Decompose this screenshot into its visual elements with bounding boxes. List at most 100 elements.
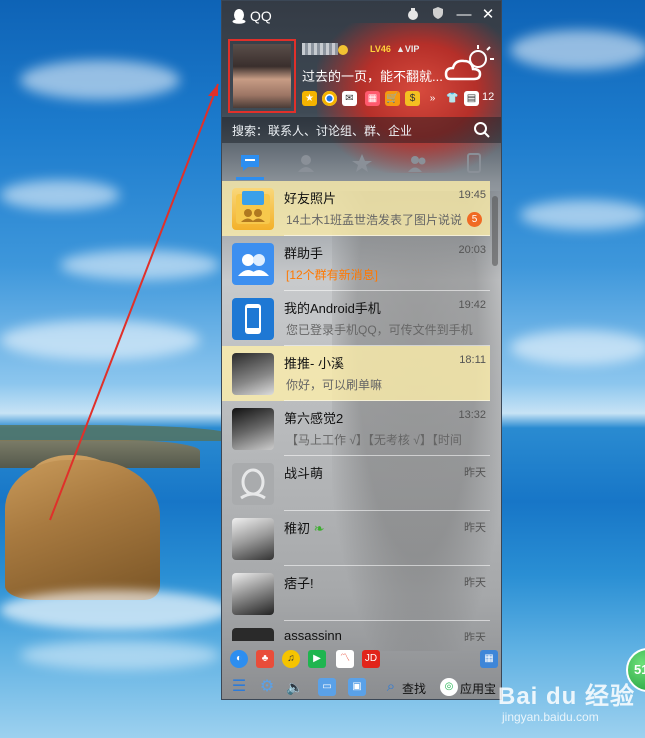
minimize-button[interactable]: — [455, 6, 473, 24]
default-avatar-icon [232, 463, 274, 505]
qq-music-icon[interactable]: ♫ [282, 650, 300, 668]
phone-icon [467, 153, 481, 173]
penguin-avatar [232, 628, 274, 641]
leaf-emoji-icon: ❧ [313, 521, 325, 536]
list-item[interactable]: 我的Android手机 19:42 您已登录手机QQ，可传文件到手机 [222, 291, 490, 346]
group-helper-icon [232, 243, 274, 285]
browser-icon[interactable]: ◐ [230, 650, 248, 668]
video-icon[interactable]: ▶ [308, 650, 326, 668]
online-status-icon[interactable] [338, 45, 348, 55]
wallet-icon[interactable]: $ [405, 91, 420, 106]
main-menu-icon[interactable]: ☰ [230, 678, 248, 696]
tab-groups[interactable] [390, 145, 446, 181]
photo-folder-icon [232, 188, 274, 230]
star-icon [352, 154, 372, 172]
search-bar[interactable]: 搜索：联系人、讨论组、群、企业 [222, 117, 501, 143]
list-item[interactable]: 痞子! 昨天 [222, 566, 490, 621]
conversation-list: 好友照片 19:45 14土木1班孟世浩发表了图片说说 5 群助手 20:03 … [222, 181, 501, 641]
unread-badge: 5 [467, 212, 482, 227]
list-item[interactable]: 稚初 ❧ 昨天 [222, 511, 490, 566]
qzone-icon[interactable] [322, 91, 337, 106]
search-icon[interactable]: ⌕ [382, 678, 400, 696]
conversation-title: 群助手 [284, 246, 324, 261]
avatar [232, 573, 274, 615]
list-item[interactable]: 战斗萌 昨天 [222, 456, 490, 511]
level-badge[interactable]: LV46 [370, 44, 391, 54]
more-chevron-icon[interactable]: » [425, 91, 440, 106]
avatar[interactable] [233, 44, 291, 108]
search-icon[interactable] [473, 121, 491, 139]
skin-icon[interactable] [404, 6, 422, 24]
settings-gear-icon[interactable]: ⚙ [258, 678, 276, 696]
signature-text[interactable]: 过去的一页，能不翻就... [302, 66, 443, 85]
avatar [232, 353, 274, 395]
conversation-preview: 14土木1班孟世浩发表了图片说说 [286, 213, 463, 227]
list-scrollbar[interactable] [492, 196, 498, 266]
app-grid-icon[interactable]: ▦ [480, 650, 498, 668]
conversation-time: 昨天 [464, 632, 486, 641]
profile-avatar-highlight[interactable] [228, 39, 296, 113]
file-folder-icon[interactable]: ▭ [318, 678, 336, 696]
conversation-title: 第六感觉2 [284, 411, 344, 426]
qq-game-icon[interactable]: ♣ [256, 650, 274, 668]
conversation-time: 20:03 [458, 244, 486, 256]
conversation-preview: 【马上工作 √】【无考核 √】【时间 [286, 433, 462, 447]
chat-icon [241, 155, 259, 171]
group-icon [408, 156, 426, 172]
app-title: QQ [250, 8, 272, 24]
phone-icon [232, 298, 274, 340]
app-store-icon[interactable]: ◎ [440, 678, 458, 696]
avatar [232, 408, 274, 450]
app-store-button[interactable]: 应用宝 [460, 680, 496, 697]
security-icon[interactable] [429, 6, 447, 24]
find-button[interactable]: 查找 [402, 680, 426, 697]
conversation-time: 昨天 [464, 522, 486, 534]
tab-messages[interactable] [222, 145, 278, 181]
conversation-time: 19:45 [458, 189, 486, 201]
star-icon[interactable]: ★ [302, 91, 317, 106]
qq-main-panel: QQ — ✕ LV46 ▲VIP 过去的一页，能不翻就... ★ ✉ ▦ 🛒 $… [221, 0, 502, 700]
list-item[interactable]: 推推- 小溪 18:11 你好，可以刷单嘛 [222, 346, 490, 401]
title-bar[interactable]: QQ — ✕ [222, 1, 501, 31]
conversation-time: 昨天 [464, 577, 486, 589]
stock-icon[interactable]: 〽 [336, 650, 354, 668]
conversation-title: 痞子! [284, 576, 314, 591]
photo-album-icon[interactable]: ▣ [348, 678, 366, 696]
close-button[interactable]: ✕ [479, 6, 497, 24]
qq-penguin-icon [232, 9, 246, 24]
conversation-title: assassinn [284, 628, 342, 641]
conversation-time: 13:32 [458, 409, 486, 421]
list-item[interactable]: 群助手 20:03 [12个群有新消息] [222, 236, 490, 291]
tab-contacts[interactable] [278, 145, 334, 181]
list-item[interactable]: 好友照片 19:45 14土木1班孟世浩发表了图片说说 5 [222, 181, 490, 236]
contact-icon [298, 155, 314, 172]
main-tabs [222, 145, 501, 181]
nickname-blurred [302, 43, 338, 55]
conversation-title: 推推- 小溪 [284, 356, 344, 371]
tab-qzone[interactable] [334, 145, 390, 181]
conversation-preview: 您已登录手机QQ，可传文件到手机 [286, 323, 473, 337]
search-input[interactable]: 搜索：联系人、讨论组、群、企业 [232, 122, 412, 139]
conversation-preview: 你好，可以刷单嘛 [286, 378, 383, 392]
baidu-logo: Bai du 经验 [498, 683, 636, 710]
app-shortcut-bar: ◐ ♣ ♫ ▶ 〽 JD ▦ [222, 646, 501, 672]
app-manager-icon[interactable]: ▤ [464, 91, 479, 106]
conversation-time: 昨天 [464, 467, 486, 479]
avatar [232, 518, 274, 560]
list-item[interactable]: assassinn 昨天 [222, 621, 490, 641]
mail-icon[interactable]: ✉ [342, 91, 357, 106]
app-count: 12 [482, 91, 495, 103]
jd-icon[interactable]: JD [362, 650, 380, 668]
conversation-preview: [12个群有新消息] [286, 268, 379, 282]
active-tab-indicator [236, 177, 264, 180]
games-icon[interactable]: ▦ [365, 91, 380, 106]
bottom-toolbar: ☰ ⚙ 🔈 ▭ ▣ ⌕ 查找 ◎ 应用宝 [222, 674, 501, 699]
tshirt-icon[interactable]: 👕 [445, 91, 460, 106]
speaker-icon[interactable]: 🔈 [286, 678, 304, 696]
vip-badge[interactable]: ▲VIP [396, 44, 419, 54]
tab-devices[interactable] [446, 145, 501, 181]
list-item[interactable]: 第六感觉2 13:32 【马上工作 √】【无考核 √】【时间 [222, 401, 490, 456]
shopping-cart-icon[interactable]: 🛒 [385, 91, 400, 106]
conversation-title: 好友照片 [284, 191, 337, 206]
weather-icon[interactable] [444, 43, 496, 87]
